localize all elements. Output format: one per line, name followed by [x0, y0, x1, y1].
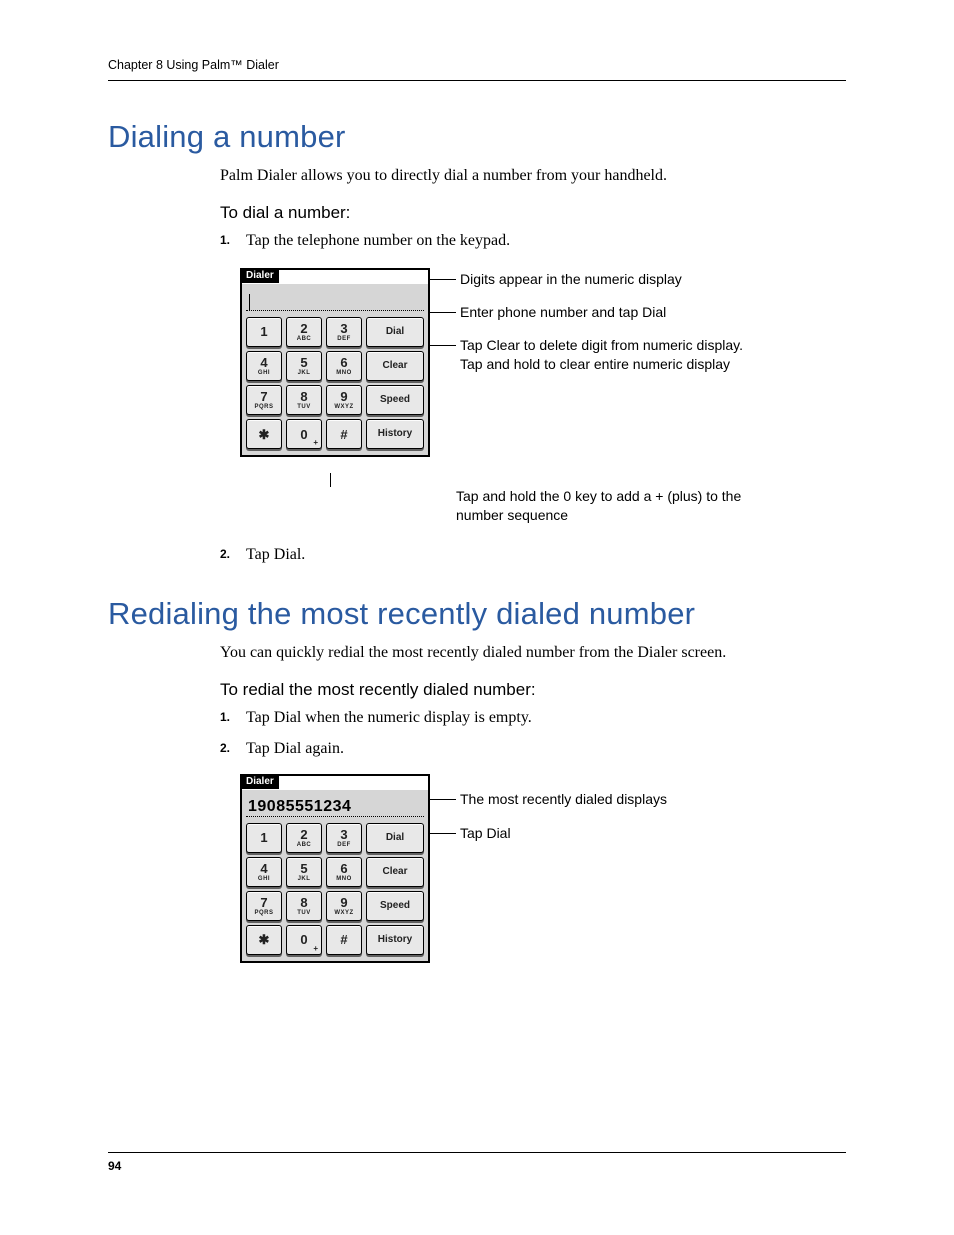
step-number: 2.	[220, 739, 230, 758]
callout-zero-plus: Tap and hold the 0 key to add a + (plus)…	[456, 487, 786, 525]
page-number: 94	[108, 1152, 846, 1173]
keypad-1: 1	[246, 317, 282, 347]
keypad-star: ✱	[246, 419, 282, 449]
keypad-9: 9WXYZ	[326, 385, 362, 415]
numeric-display: 19085551234	[246, 794, 424, 817]
dialer-tab: Dialer	[241, 775, 279, 789]
keypad-8: 8TUV	[286, 385, 322, 415]
numeric-display	[246, 288, 424, 311]
keypad-hash: #	[326, 419, 362, 449]
step-number: 1.	[220, 708, 230, 727]
keypad-6: 6MNO	[326, 351, 362, 381]
history-button: History	[366, 419, 424, 449]
dial-button: Dial	[366, 317, 424, 347]
intro-paragraph: Palm Dialer allows you to directly dial …	[220, 165, 846, 187]
heading-dialing-a-number: Dialing a number	[108, 119, 846, 155]
intro-paragraph: You can quickly redial the most recently…	[220, 642, 846, 664]
keypad-2: 2ABC	[286, 317, 322, 347]
keypad-2: 2ABC	[286, 823, 322, 853]
callout-enter-number: Enter phone number and tap Dial	[456, 303, 666, 322]
keypad-6: 6MNO	[326, 857, 362, 887]
step-text: Tap Dial.	[246, 546, 305, 563]
keypad-hash: #	[326, 925, 362, 955]
step-number: 1.	[220, 231, 230, 250]
clear-button: Clear	[366, 857, 424, 887]
step-item: 1. Tap Dial when the numeric display is …	[220, 706, 846, 731]
keypad-4: 4GHI	[246, 351, 282, 381]
callout-tap-dial: Tap Dial	[456, 824, 511, 843]
keypad-3: 3DEF	[326, 823, 362, 853]
step-text: Tap the telephone number on the keypad.	[246, 232, 510, 249]
keypad-0: 0+	[286, 419, 322, 449]
keypad-5: 5JKL	[286, 351, 322, 381]
keypad-5: 5JKL	[286, 857, 322, 887]
keypad-star: ✱	[246, 925, 282, 955]
dialer-screenshot: Dialer 1 2ABC 3DEF Dial 4GHI 5JKL 6MNO C…	[240, 268, 430, 457]
callout-clear: Tap Clear to delete digit from numeric d…	[456, 336, 750, 374]
task-heading: To dial a number:	[220, 203, 846, 223]
history-button: History	[366, 925, 424, 955]
dialer-screenshot: Dialer 19085551234 1 2ABC 3DEF Dial 4GHI…	[240, 774, 430, 963]
speed-button: Speed	[366, 891, 424, 921]
step-item: 2. Tap Dial.	[220, 543, 846, 568]
keypad-7: 7PQRS	[246, 385, 282, 415]
keypad-7: 7PQRS	[246, 891, 282, 921]
clear-button: Clear	[366, 351, 424, 381]
keypad-8: 8TUV	[286, 891, 322, 921]
speed-button: Speed	[366, 385, 424, 415]
dial-button: Dial	[366, 823, 424, 853]
dialer-tab: Dialer	[241, 269, 279, 283]
running-header: Chapter 8 Using Palm™ Dialer	[108, 58, 846, 81]
keypad-3: 3DEF	[326, 317, 362, 347]
callout-recent-display: The most recently dialed displays	[456, 790, 667, 809]
keypad-9: 9WXYZ	[326, 891, 362, 921]
task-heading: To redial the most recently dialed numbe…	[220, 680, 846, 700]
step-text: Tap Dial when the numeric display is emp…	[246, 709, 532, 726]
step-item: 1. Tap the telephone number on the keypa…	[220, 229, 846, 254]
keypad-0: 0+	[286, 925, 322, 955]
keypad-4: 4GHI	[246, 857, 282, 887]
step-item: 2. Tap Dial again.	[220, 737, 846, 762]
step-number: 2.	[220, 545, 230, 564]
step-text: Tap Dial again.	[246, 740, 344, 757]
callout-numeric-display: Digits appear in the numeric display	[456, 270, 682, 289]
keypad-1: 1	[246, 823, 282, 853]
heading-redialing: Redialing the most recently dialed numbe…	[108, 596, 846, 632]
